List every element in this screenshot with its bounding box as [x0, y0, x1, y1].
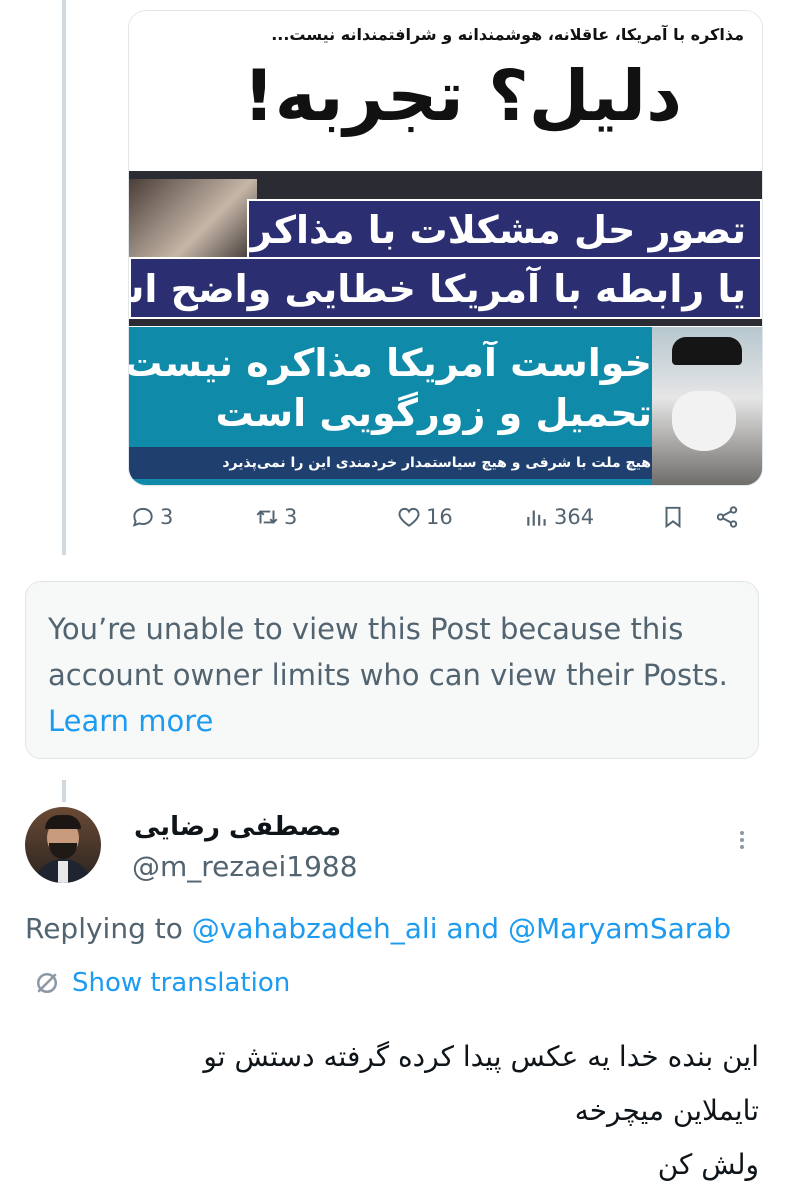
- views-count: 364: [554, 505, 595, 529]
- image-band-line1: تصور حل مشکلات با مذاکره: [247, 199, 762, 259]
- like-icon: [398, 507, 420, 527]
- bookmark-button[interactable]: [660, 504, 686, 530]
- mention-maryamsarab[interactable]: @MaryamSarab: [508, 912, 731, 945]
- reply-text-line2: تایملاین میچرخه: [574, 1094, 759, 1127]
- thread-line-bottom: [62, 780, 66, 802]
- avatar[interactable]: [25, 807, 101, 883]
- image-header: مذاکره با آمریکا، عاقلانه، هوشمندانه و ش…: [129, 11, 762, 171]
- author-name[interactable]: مصطفی رضایی: [134, 812, 341, 842]
- image-teal-line2: تحمیل و زورگویی است: [215, 391, 653, 435]
- reply-button[interactable]: 3: [130, 504, 173, 530]
- share-icon: [716, 506, 738, 528]
- replying-prefix: Replying to: [25, 912, 183, 945]
- repost-icon: [256, 510, 278, 524]
- image-photo-left: [129, 179, 257, 257]
- image-subtitle: مذاکره با آمریکا، عاقلانه، هوشمندانه و ش…: [271, 25, 744, 44]
- reply-text-line3: ولش کن: [657, 1148, 759, 1181]
- image-band-line2: یا رابطه با آمریکا خطایی واضح است: [129, 257, 762, 319]
- image-headline: دلیل؟ تجربه!: [242, 55, 683, 137]
- show-translation-label: Show translation: [72, 968, 291, 998]
- repost-button[interactable]: 3: [254, 504, 297, 530]
- reply-text-line1: این بنده خدا یه عکس پیدا کرده گرفته دستش…: [203, 1040, 759, 1073]
- like-button[interactable]: 16: [396, 504, 453, 530]
- portrait-beard: [672, 391, 736, 451]
- portrait-turban: [672, 337, 742, 365]
- avatar-hair: [45, 815, 81, 829]
- author-handle[interactable]: @m_rezaei1988: [132, 850, 358, 883]
- mention-vahabzadeh[interactable]: @vahabzadeh_ali: [192, 912, 438, 945]
- reply-text: این بنده خدا یه عکس پیدا کرده گرفته دستش…: [19, 1030, 759, 1192]
- views-button[interactable]: 364: [524, 504, 594, 530]
- replying-to: Replying to @vahabzadeh_ali and @MaryamS…: [25, 912, 731, 945]
- show-translation-button[interactable]: Show translation: [32, 968, 290, 998]
- reply-icon: [132, 507, 153, 527]
- avatar-beard: [49, 843, 77, 859]
- bookmark-icon: [665, 506, 681, 529]
- thread-line-top: [62, 0, 66, 555]
- mention-and: and: [446, 912, 500, 945]
- share-button[interactable]: [714, 504, 740, 530]
- translate-icon: [37, 973, 57, 993]
- image-teal-line1: خواست آمریکا مذاکره نیست: [128, 341, 652, 385]
- notice-text: You’re unable to view this Post because …: [48, 612, 728, 692]
- like-count: 16: [426, 505, 453, 529]
- repost-count: 3: [284, 505, 298, 529]
- image-teal-footer: هیچ ملت با شرفی و هیچ سیاستمدار خردمندی …: [129, 447, 661, 479]
- action-bar: 3 3 16 364: [128, 504, 758, 538]
- avatar-shirt: [58, 861, 68, 883]
- image-portrait: [652, 327, 762, 485]
- more-icon[interactable]: [737, 828, 747, 858]
- quoted-image-card[interactable]: مذاکره با آمریکا، عاقلانه، هوشمندانه و ش…: [128, 10, 763, 486]
- learn-more-link[interactable]: Learn more: [48, 704, 213, 738]
- views-icon: [527, 510, 546, 526]
- reply-count: 3: [160, 505, 174, 529]
- restricted-post-notice: You’re unable to view this Post because …: [25, 581, 759, 759]
